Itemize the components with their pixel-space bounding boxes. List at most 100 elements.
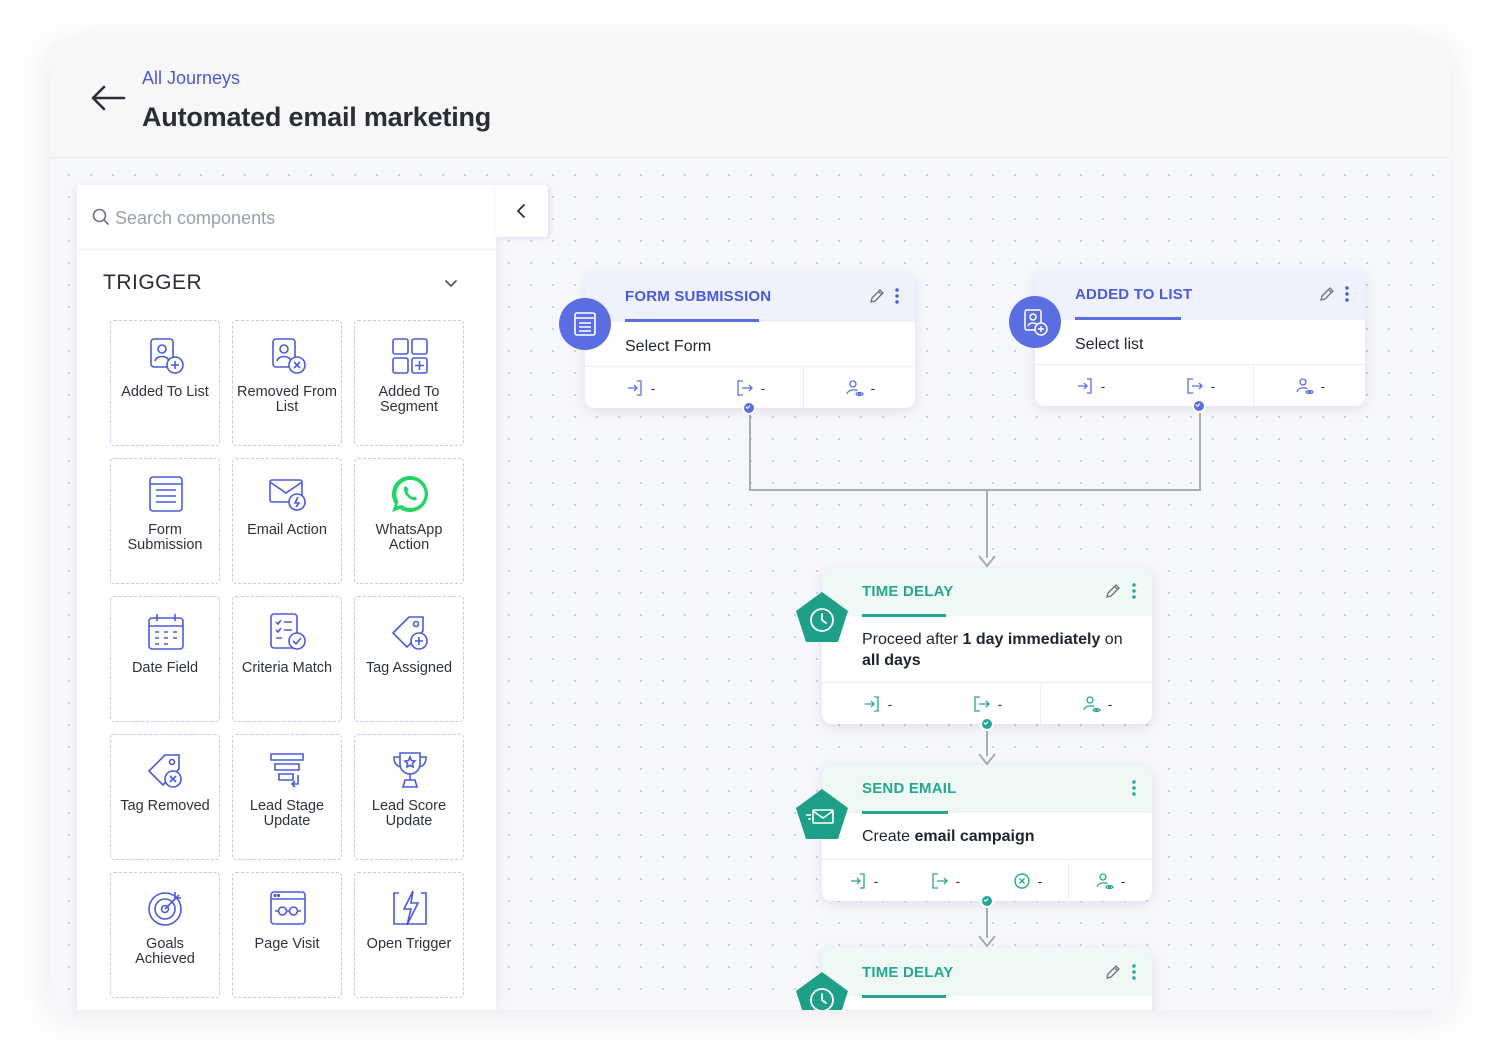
edit-icon[interactable] [1104, 582, 1122, 600]
more-options-icon[interactable] [1341, 285, 1353, 303]
tile-lead-score-update[interactable]: Lead Score Update [354, 734, 464, 860]
node-title-underline [862, 995, 946, 998]
lead-stage-icon [270, 753, 304, 788]
check-icon [745, 405, 751, 410]
node-title: TIME DELAY [862, 964, 954, 981]
output-port[interactable] [1192, 399, 1206, 413]
node-form-submission[interactable]: FORM SUBMISSION Select Form - - - [559, 272, 915, 415]
node-title-underline [862, 811, 948, 814]
tile-label: Removed From List [237, 384, 337, 415]
node-added-to-list[interactable]: ADDED TO LIST Select list - - - [1009, 270, 1365, 413]
tile-label: Tag Removed [120, 798, 210, 814]
stat-contacts[interactable]: - [1068, 860, 1152, 902]
node-body[interactable]: Proceed after 1 day immediately on all d… [862, 629, 1138, 671]
node-body[interactable]: Select Form [625, 336, 901, 357]
trophy-icon [393, 752, 427, 788]
stat-failed[interactable]: - [986, 860, 1068, 902]
target-icon [148, 892, 182, 926]
failed-icon [1013, 873, 1030, 889]
tile-open-trigger[interactable]: Open Trigger [354, 872, 464, 998]
tile-email-action[interactable]: Email Action [232, 458, 342, 584]
stat-contacts[interactable]: - [1042, 683, 1152, 725]
tile-label: Open Trigger [366, 936, 452, 952]
check-icon [983, 898, 989, 903]
tile-removed-from-list[interactable]: Removed From List [232, 320, 342, 446]
check-icon [1195, 403, 1201, 408]
clock-badge-icon [796, 592, 848, 642]
tile-label: Email Action [247, 522, 327, 538]
enter-icon [864, 696, 879, 712]
contacts-view-icon [846, 380, 864, 397]
node-time-delay-2[interactable]: TIME DELAY [796, 948, 1152, 1010]
stat-contacts[interactable]: - [805, 367, 915, 409]
node-body[interactable]: Select list [1075, 334, 1351, 355]
tile-lead-stage-update[interactable]: Lead Stage Update [232, 734, 342, 860]
tile-label: Goals Achieved [135, 936, 195, 967]
check-icon [983, 721, 989, 726]
more-options-icon[interactable] [1128, 963, 1140, 981]
collapse-panel-button[interactable] [496, 185, 548, 237]
removed-from-list-icon [272, 338, 306, 374]
criteria-match-icon [270, 613, 306, 650]
tile-date-field[interactable]: Date Field [110, 596, 220, 722]
stat-entered[interactable]: - [822, 860, 904, 902]
added-to-list-icon [1024, 309, 1048, 336]
form-icon [574, 312, 596, 336]
tile-label: Lead Stage Update [249, 798, 325, 829]
more-options-icon[interactable] [1128, 779, 1140, 797]
tile-added-to-segment[interactable]: Added To Segment [354, 320, 464, 446]
tile-added-to-list[interactable]: Added To List [110, 320, 220, 446]
tile-tag-assigned[interactable]: Tag Assigned [354, 596, 464, 722]
node-send-email[interactable]: SEND EMAIL Create email campaign - - - - [796, 765, 1152, 908]
output-port[interactable] [742, 401, 756, 415]
tile-label: WhatsApp Action [375, 522, 443, 553]
node-body[interactable]: Create email campaign [862, 826, 1138, 847]
page-visit-icon [270, 891, 306, 925]
form-submission-badge [559, 298, 611, 350]
tile-label: Form Submission [127, 522, 203, 553]
exit-icon [932, 873, 948, 889]
breadcrumb-all-journeys[interactable]: All Journeys [142, 68, 240, 89]
trigger-section-title: TRIGGER [103, 271, 203, 294]
tile-whatsapp-action[interactable]: WhatsApp Action [354, 458, 464, 584]
tile-tag-removed[interactable]: Tag Removed [110, 734, 220, 860]
node-title-underline [625, 319, 759, 322]
chevron-down-icon[interactable] [441, 273, 461, 293]
edit-icon[interactable] [868, 287, 886, 305]
enter-icon [850, 873, 865, 889]
exit-icon [737, 380, 753, 396]
stat-exited[interactable]: - [904, 860, 986, 902]
tile-label: Lead Score Update [371, 798, 447, 829]
tile-goals-achieved[interactable]: Goals Achieved [110, 872, 220, 998]
output-port[interactable] [980, 717, 994, 731]
enter-icon [627, 380, 642, 396]
tile-label: Page Visit [254, 936, 320, 952]
whatsapp-icon [391, 475, 428, 512]
node-time-delay[interactable]: TIME DELAY Proceed after 1 day immediate… [796, 568, 1152, 731]
more-options-icon[interactable] [891, 287, 903, 305]
page-title: Automated email marketing [142, 102, 492, 132]
exit-icon [1187, 378, 1203, 394]
tile-label: Added To List [121, 384, 209, 400]
tile-form-submission[interactable]: Form Submission [110, 458, 220, 584]
more-options-icon[interactable] [1128, 582, 1140, 600]
contacts-view-icon [1083, 696, 1101, 713]
stat-contacts[interactable]: - [1255, 365, 1365, 407]
edit-icon[interactable] [1104, 963, 1122, 981]
back-arrow-icon[interactable] [88, 78, 128, 118]
tile-criteria-match[interactable]: Criteria Match [232, 596, 342, 722]
clock-badge-icon [796, 972, 848, 1010]
lightning-icon [393, 890, 427, 926]
edit-icon[interactable] [1318, 285, 1336, 303]
stat-entered[interactable]: - [585, 367, 695, 409]
contacts-view-icon [1296, 378, 1314, 395]
search-icon [92, 208, 109, 225]
node-title: TIME DELAY [862, 583, 954, 600]
stat-entered[interactable]: - [1035, 365, 1145, 407]
email-action-icon [269, 479, 306, 511]
stat-entered[interactable]: - [822, 683, 932, 725]
added-to-list-icon [150, 338, 184, 374]
search-input[interactable] [115, 201, 475, 235]
tile-page-visit[interactable]: Page Visit [232, 872, 342, 998]
output-port[interactable] [980, 894, 994, 908]
